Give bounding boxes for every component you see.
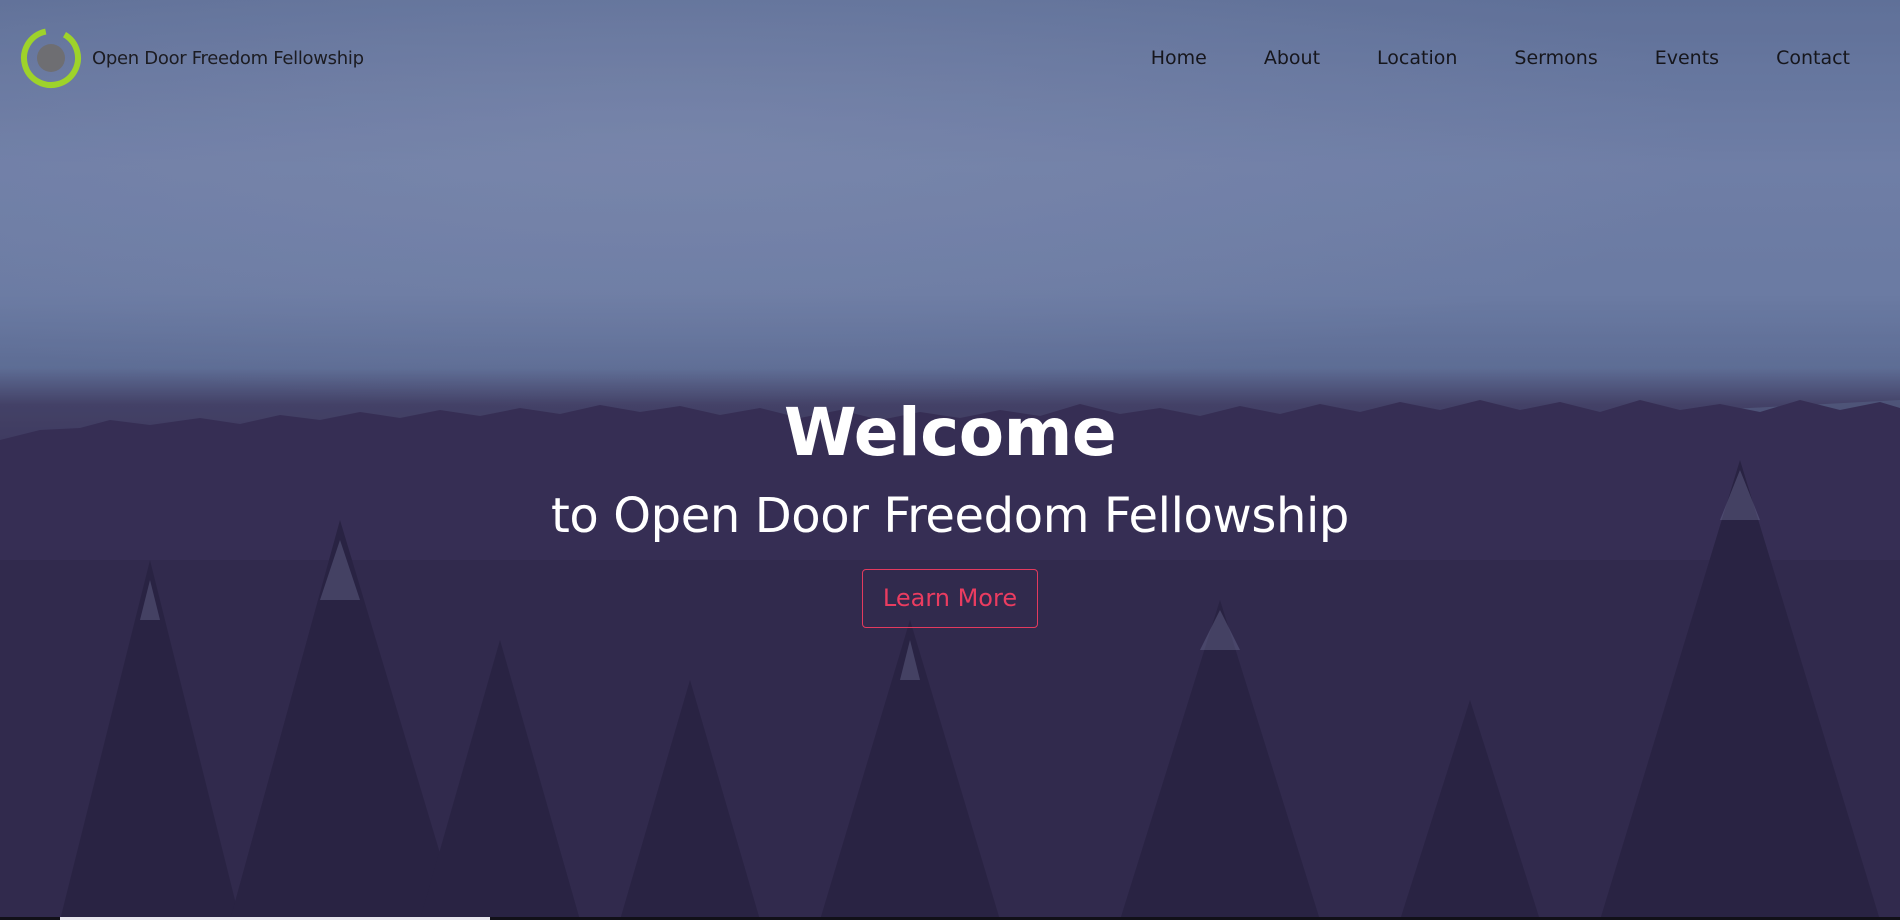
nav-events[interactable]: Events xyxy=(1655,47,1719,69)
hero-title: Welcome xyxy=(783,394,1117,471)
nav-contact[interactable]: Contact xyxy=(1776,47,1850,69)
brand-home-link[interactable]: Open Door Freedom Fellowship xyxy=(20,27,364,89)
site-header: Open Door Freedom Fellowship Home About … xyxy=(0,0,1900,116)
main-nav: Home About Location Sermons Events Conta… xyxy=(1094,47,1850,69)
nav-location[interactable]: Location xyxy=(1377,47,1457,69)
hero-subtitle: to Open Door Freedom Fellowship xyxy=(551,488,1349,544)
hero-section: Open Door Freedom Fellowship Home About … xyxy=(0,0,1900,920)
hero-content: Welcome to Open Door Freedom Fellowship … xyxy=(0,400,1900,628)
nav-sermons[interactable]: Sermons xyxy=(1514,47,1597,69)
learn-more-button[interactable]: Learn More xyxy=(861,568,1039,628)
brand-name: Open Door Freedom Fellowship xyxy=(92,47,364,69)
ring-logo-icon xyxy=(21,28,81,88)
nav-home[interactable]: Home xyxy=(1151,47,1207,69)
nav-about[interactable]: About xyxy=(1264,47,1320,69)
